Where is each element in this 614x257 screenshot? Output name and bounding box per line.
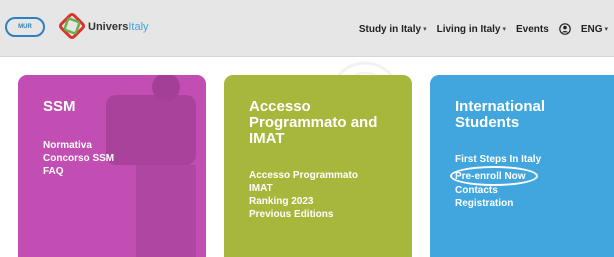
universitaly-logo-icon — [59, 13, 85, 39]
card-imat-links: Accesso Programmato IMAT Ranking 2023 Pr… — [249, 169, 412, 221]
nav-study-in-italy[interactable]: Study in Italy ▾ — [359, 24, 427, 35]
brand-name: UniversItaly — [88, 21, 149, 33]
link-faq[interactable]: FAQ — [43, 165, 206, 178]
link-normativa[interactable]: Normativa — [43, 139, 206, 152]
link-previous-editions[interactable]: Previous Editions — [249, 208, 412, 221]
nav-study-in-italy-label: Study in Italy — [358, 23, 422, 35]
link-accesso-programmato[interactable]: Accesso Programmato — [249, 169, 412, 182]
universitaly-logo[interactable]: UniversItaly — [58, 12, 238, 44]
top-navigation-bar: MUR UniversItaly Study in Italy ▾ Living… — [0, 0, 614, 57]
link-imat[interactable]: IMAT — [249, 182, 412, 195]
nav-living-in-italy-label: Living in Italy — [436, 23, 501, 35]
hero-section: SSM Normativa Concorso SSM FAQ Accesso P… — [0, 57, 614, 257]
mur-logo-icon[interactable]: MUR — [5, 17, 45, 37]
link-registration[interactable]: Registration — [455, 197, 614, 210]
nav-events-label: Events — [516, 23, 549, 35]
nav-events[interactable]: Events — [516, 24, 549, 35]
card-intl-links: First Steps In Italy Pre-enroll Now Cont… — [450, 153, 614, 210]
link-ranking-2023[interactable]: Ranking 2023 — [249, 195, 412, 208]
chevron-down-icon: ▾ — [502, 26, 507, 33]
brand-name-dark: Univers — [88, 21, 129, 33]
card-intl-title: International Students — [455, 98, 546, 131]
brand-name-light: Italy — [128, 21, 149, 33]
nav-living-in-italy[interactable]: Living in Italy ▾ — [437, 24, 506, 35]
chevron-down-icon: ▾ — [423, 26, 427, 33]
link-first-steps[interactable]: First Steps In Italy — [455, 153, 614, 166]
user-account-button[interactable] — [559, 23, 571, 35]
language-selector[interactable]: ENG ▾ — [581, 24, 608, 35]
card-ssm[interactable]: SSM Normativa Concorso SSM FAQ — [18, 75, 206, 257]
card-ssm-links: Normativa Concorso SSM FAQ — [43, 139, 206, 178]
card-imat-title: Accesso Programmato and IMAT — [249, 98, 378, 147]
highlight-circle — [450, 166, 538, 186]
chevron-down-icon: ▾ — [604, 26, 608, 33]
main-nav: Study in Italy ▾ Living in Italy ▾ Event… — [359, 21, 608, 37]
language-label: ENG — [580, 23, 603, 35]
link-concorso-ssm[interactable]: Concorso SSM — [43, 152, 206, 165]
user-icon — [559, 23, 571, 35]
card-ssm-title: SSM — [43, 98, 76, 115]
card-international-students[interactable]: International Students First Steps In It… — [430, 75, 614, 257]
card-accesso-programmato[interactable]: Accesso Programmato and IMAT Accesso Pro… — [224, 75, 412, 257]
link-contacts[interactable]: Contacts — [455, 184, 614, 197]
link-pre-enroll-now[interactable]: Pre-enroll Now — [450, 166, 538, 186]
